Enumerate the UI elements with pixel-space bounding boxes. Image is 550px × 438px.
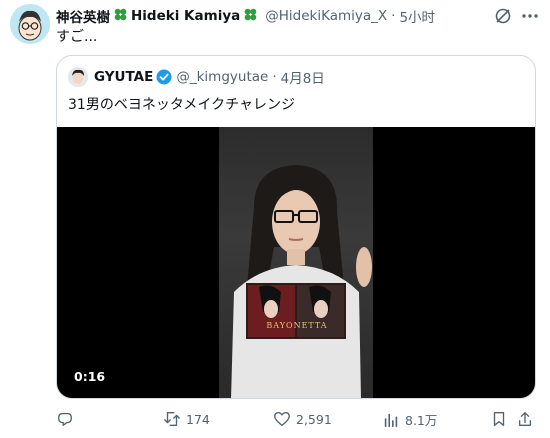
views-button[interactable]: 8.1万: [382, 410, 437, 429]
grok-icon[interactable]: [493, 6, 513, 26]
video-duration: 0:16: [74, 369, 106, 384]
reply-icon: [58, 412, 72, 426]
tweet-action-bar: 174 2,591 8.1万: [0, 404, 550, 434]
bookmark-button[interactable]: [490, 410, 513, 428]
clover-emoji-icon: [243, 7, 258, 26]
reply-button[interactable]: [56, 410, 79, 428]
share-icon: [518, 412, 532, 426]
quoted-tweet-header: GYUTAE @_kimgyutae · 4月8日: [94, 67, 325, 87]
quoted-tweet-card[interactable]: GYUTAE @_kimgyutae · 4月8日 31男のベヨネッタメイクチャ…: [56, 55, 536, 399]
verified-badge-icon: [156, 69, 172, 85]
separator-dot: ·: [272, 69, 277, 85]
more-options-icon[interactable]: [520, 6, 540, 26]
tweet-timestamp[interactable]: 5小时: [399, 6, 435, 26]
quoted-date: 4月8日: [280, 71, 325, 87]
separator-dot: ·: [391, 8, 396, 24]
video-player[interactable]: BAYONETTA 0:16: [57, 127, 535, 398]
retweet-count: 174: [186, 411, 210, 427]
retweet-icon: [164, 412, 180, 426]
author-avatar[interactable]: [10, 4, 50, 44]
quoted-tweet-text: 31男のベヨネッタメイクチャレンジ: [68, 97, 295, 113]
views-count: 8.1万: [405, 413, 438, 428]
heart-icon: [274, 412, 290, 426]
like-count: 2,591: [296, 411, 332, 427]
tweet-text: すご...: [56, 29, 98, 45]
video-thumbnail: BAYONETTA: [219, 127, 373, 398]
author-handle[interactable]: @HidekiKamiya_X: [265, 8, 387, 24]
like-button[interactable]: 2,591: [273, 410, 332, 428]
retweet-button[interactable]: 174: [163, 410, 210, 428]
share-button[interactable]: [516, 410, 539, 428]
bookmark-icon: [493, 412, 505, 426]
quoted-display-name: GYUTAE: [94, 69, 154, 85]
clover-emoji-icon: [113, 7, 128, 26]
tweet-header: 神谷英樹 Hideki Kamiya @HidekiKamiya_X · 5小时: [56, 6, 435, 26]
quoted-author-avatar: [68, 67, 88, 87]
author-display-name-latin[interactable]: Hideki Kamiya: [131, 8, 240, 24]
shirt-print-text: BAYONETTA: [266, 321, 328, 330]
author-display-name[interactable]: 神谷英樹: [56, 6, 110, 26]
views-chart-icon: [384, 413, 398, 427]
quoted-handle: @_kimgyutae: [176, 69, 269, 85]
